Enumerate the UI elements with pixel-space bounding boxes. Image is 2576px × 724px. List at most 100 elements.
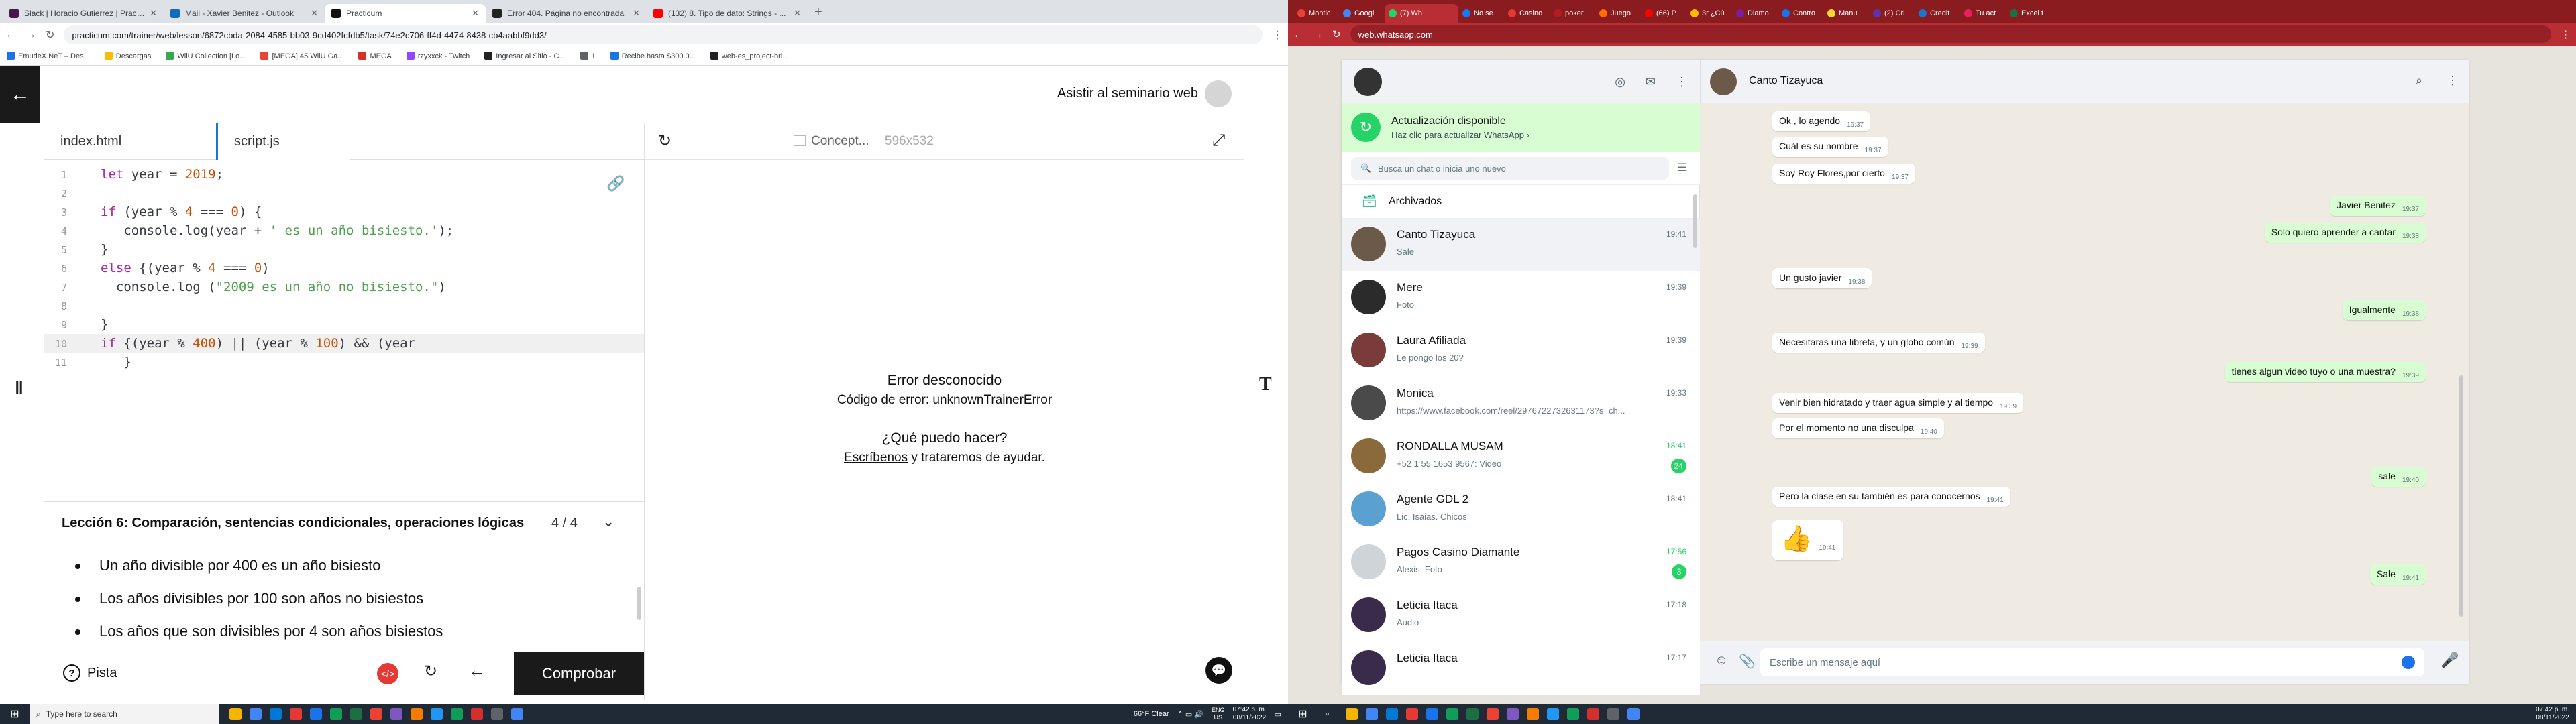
taskbar-app-icon[interactable] [1487,708,1499,720]
code-line[interactable]: 11 } [44,353,644,371]
forward-icon[interactable]: → [25,29,36,41]
scrollbar[interactable] [1693,194,1697,248]
browser-tab[interactable]: Error 404. Página no encontrada ✕ [486,4,647,23]
close-icon[interactable]: ✕ [472,8,479,19]
browser-tab[interactable]: (66) P [1641,4,1686,23]
chat-list-item[interactable]: RONDALLA MUSAM +52 1 55 1653 9567: Video 1… [1342,430,1700,483]
taskbar-app-icon[interactable] [250,708,262,720]
bookmark-item[interactable]: web-es_project-bri... [710,52,788,60]
menu-icon[interactable]: ⋮ [1676,75,1688,89]
taskbar-app-icon[interactable] [1426,708,1438,720]
bookmark-item[interactable]: [MEGA] 45 WiiU Ga... [260,52,343,60]
write-us-link[interactable]: Escríbenos [844,450,908,465]
code-line[interactable]: 10 if {(year % 400) || (year % 100) && (y… [44,334,644,353]
expand-icon[interactable]: ⤢ [1212,131,1225,150]
windows-start-icon[interactable]: ⊞ [0,707,30,721]
close-icon[interactable]: ✕ [311,8,318,19]
code-line[interactable]: 1 let year = 2019; [44,165,644,184]
taskbar-app-icon[interactable] [1386,708,1398,720]
taskbar-app-icon[interactable] [1406,708,1418,720]
browser-tab[interactable]: Slack | Horacio Gutierrez | Practi... ✕ [3,4,164,23]
taskbar-app-icon[interactable] [390,708,402,720]
code-editor[interactable]: 🔗 1 let year = 2019; 2 3 if (year % 4 === 0)… [44,160,644,501]
taskbar-app-icon[interactable] [1567,708,1579,720]
tab-script-js[interactable]: script.js [216,123,350,160]
taskbar-app-icon[interactable] [1346,708,1358,720]
contact-name[interactable]: Canto Tizayuca [1749,75,1823,87]
browser-tab[interactable]: Googl [1339,4,1385,23]
avatar[interactable] [1354,68,1382,96]
filter-icon[interactable]: ☰ [1677,161,1686,174]
browser-tab[interactable]: Contro [1778,4,1823,23]
browser-tab[interactable]: Diamo [1732,4,1778,23]
bookmark-item[interactable]: rzyxxck - Twitch [406,52,470,60]
url-field[interactable]: practicum.com/trainer/web/lesson/6872cbd… [64,25,1263,44]
weather[interactable]: 66°F Clear [1134,710,1169,718]
browser-tab[interactable]: No se [1458,4,1504,23]
bookmark-item[interactable]: Descargas [104,52,151,60]
avatar[interactable] [1205,80,1232,107]
message-input[interactable]: Escribe un mensaje aquí [1760,648,2424,676]
bookmark-item[interactable]: Recibe hasta $300.0... [610,52,696,60]
chevron-down-icon[interactable]: ⌄ [602,513,614,530]
bookmark-item[interactable]: Ingresar al Sitio - C... [484,52,566,60]
avatar[interactable] [1710,68,1737,95]
language-indicator[interactable]: ENG US [1212,707,1225,721]
browser-tab[interactable]: Manu [1823,4,1869,23]
taskbar-app-icon[interactable] [1466,708,1479,720]
taskbar-app-icon[interactable] [330,708,342,720]
bookmark-item[interactable]: MEGA [358,52,392,60]
code-toggle-icon[interactable]: </> [377,663,398,684]
taskbar-app-icon[interactable] [1627,708,1640,720]
code-line[interactable]: 3 if (year % 4 === 0) { [44,202,644,221]
extensions-icon[interactable]: ⋮ [1272,28,1283,42]
code-line[interactable]: 2 [44,184,644,202]
taskbar-app-icon[interactable] [350,708,362,720]
attach-icon[interactable]: 📎 [1739,653,1756,670]
text-icon[interactable]: T [1259,374,1272,396]
close-icon[interactable]: ✕ [633,8,640,19]
archived-row[interactable]: 🗃 Archivados [1342,185,1700,219]
preview-tab[interactable]: Concept... 596x532 [794,134,934,149]
forward-icon[interactable]: → [1313,29,1323,40]
browser-tab[interactable]: Casino [1504,4,1550,23]
reset-icon[interactable]: ↻ [424,662,437,681]
code-line[interactable]: 9} [44,315,644,334]
taskbar-app-icon[interactable] [451,708,463,720]
tab-index-html[interactable]: index.html [60,123,121,160]
close-icon[interactable]: ✕ [150,8,157,19]
code-line[interactable]: 4 console.log(year + ' es un año bisiest… [44,221,644,240]
browser-tab[interactable]: 3r ¿Cú [1686,4,1732,23]
update-banner[interactable]: ↻ Actualización disponible Haz clic para… [1342,103,1700,152]
taskbar-app-icon[interactable] [229,708,241,720]
menu-icon[interactable]: ⋮ [2561,28,2571,40]
taskbar-app-icon[interactable] [1607,708,1619,720]
taskbar-app-icon[interactable] [270,708,282,720]
scrollbar[interactable] [637,587,641,620]
new-tab-icon[interactable]: + [814,5,822,20]
windows-start-icon[interactable]: ⊞ [1288,707,1318,721]
bookmark-item[interactable]: WiiU Collection [Lo... [166,52,246,60]
browser-tab[interactable]: Credit [1915,4,1960,23]
browser-tab[interactable]: (2) Cri [1869,4,1915,23]
refresh-icon[interactable]: ↻ [658,131,672,151]
reload-icon[interactable]: ↻ [46,28,54,42]
chat-list-item[interactable]: Pagos Casino Diamante Alexis: Foto 17:56 3 [1342,536,1700,589]
taskbar-app-icon[interactable] [1587,708,1599,720]
chat-bubble-icon[interactable]: 💬 [1205,657,1232,684]
chat-list-item[interactable]: Canto Tizayuca Sale 19:41 [1342,219,1700,272]
back-icon[interactable]: ← [1293,29,1303,40]
reload-icon[interactable]: ↻ [1332,28,1341,40]
back-icon[interactable]: ← [468,660,486,681]
taskbar-app-icon[interactable] [1547,708,1559,720]
browser-tab[interactable]: (132) 8. Tipo de dato: Strings - ... ✕ [647,4,808,23]
clock[interactable]: 07:42 p. m. 08/11/2022 [1233,706,1267,722]
code-line[interactable]: 7 console.log ("2009 es un año no bisies… [44,278,644,296]
browser-tab[interactable]: (7) Wh [1385,4,1458,23]
taskbar-app-icon[interactable] [1366,708,1378,720]
search-icon[interactable]: ⌕ [2416,74,2422,88]
search-icon[interactable]: ⌕ [1318,710,1338,719]
code-line[interactable]: 5} [44,240,644,259]
scrollbar[interactable] [2459,375,2463,617]
seminar-link[interactable]: Asistir al seminario web [1057,86,1198,101]
